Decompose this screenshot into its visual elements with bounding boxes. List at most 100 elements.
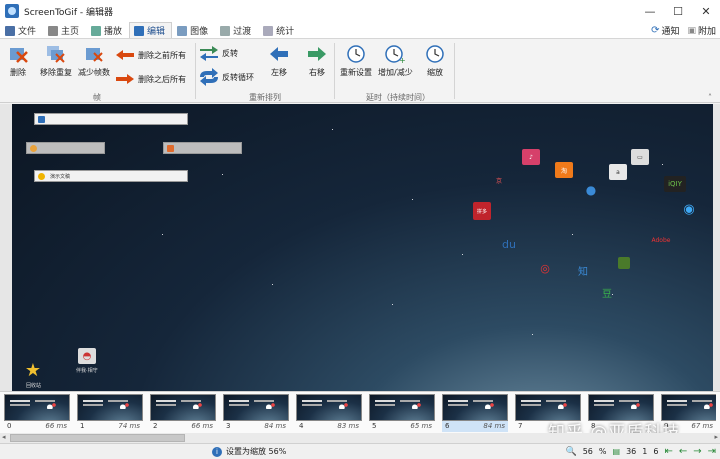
frame-item[interactable]: 2 66 ms bbox=[150, 394, 216, 432]
frame-thumbnail bbox=[661, 394, 716, 421]
yoyo-button[interactable]: 反转循环 bbox=[198, 68, 254, 86]
app-logo-icon bbox=[5, 4, 19, 18]
clock-scale-icon bbox=[424, 44, 446, 64]
reduce-frames-button[interactable]: 减少帧数 bbox=[78, 44, 110, 78]
amazon-icon[interactable]: a bbox=[609, 164, 627, 180]
gallery-app-icon[interactable]: ◓ bbox=[78, 348, 96, 364]
delete-frame-icon bbox=[7, 44, 29, 64]
move-right-button[interactable]: 右移 bbox=[306, 44, 328, 78]
refresh-icon: ⟳ bbox=[651, 25, 660, 36]
frame-preview-image: 演示文稿 ♪ 淘 a ▭ 京 ● iQIY 拼多 ◉ du Adobe ◎ 知 … bbox=[12, 104, 713, 391]
remove-duplicates-icon bbox=[45, 44, 67, 64]
netease-music-icon[interactable]: ♪ bbox=[522, 149, 540, 165]
extra-button[interactable]: ▣ 附加 bbox=[687, 24, 716, 38]
tab-transition[interactable]: 过渡 bbox=[215, 22, 258, 38]
video-player-icon[interactable]: ◉ bbox=[680, 201, 698, 217]
bookmark-bar-right[interactable] bbox=[163, 142, 242, 154]
save-icon bbox=[5, 25, 15, 36]
pdd-icon[interactable]: 拼多 bbox=[473, 202, 491, 220]
frame-thumbnail bbox=[296, 394, 362, 421]
adobe-icon[interactable]: Adobe bbox=[649, 232, 673, 248]
jd-icon[interactable]: 京 bbox=[490, 172, 508, 188]
scrollbar-thumb[interactable] bbox=[10, 434, 185, 442]
frame-thumbnail bbox=[442, 394, 508, 421]
zhihu-icon[interactable]: 知 bbox=[574, 262, 592, 278]
frame-item[interactable]: 4 83 ms bbox=[296, 394, 362, 432]
override-delay-button[interactable]: 重新设置 bbox=[340, 44, 372, 78]
first-frame-button[interactable]: ⇤ bbox=[664, 446, 672, 457]
svg-text:+: + bbox=[399, 56, 406, 64]
arrow-right-delete-icon bbox=[114, 71, 136, 87]
browser-icon[interactable]: ● bbox=[582, 182, 600, 198]
ribbon-panel: 删除 移除重复 减少帧数 删除之前所有 删除之后所有 帧 反转 反转循环 左移 … bbox=[0, 39, 720, 103]
delete-before-button[interactable]: 删除之前所有 bbox=[114, 47, 186, 63]
tab-home[interactable]: 主页 bbox=[43, 22, 86, 38]
weibo-icon[interactable]: ◎ bbox=[536, 260, 554, 276]
zoom-icon[interactable]: 🔍 bbox=[565, 447, 576, 457]
last-frame-button[interactable]: ⇥ bbox=[708, 446, 716, 457]
scale-delay-button[interactable]: 缩放 bbox=[424, 44, 446, 78]
close-button[interactable]: ✕ bbox=[692, 0, 720, 22]
reverse-button[interactable]: 反转 bbox=[198, 45, 238, 61]
frame-thumbnail bbox=[4, 394, 70, 421]
douban-icon[interactable]: 豆 bbox=[598, 284, 616, 300]
image-icon bbox=[177, 25, 188, 36]
zoom-level[interactable]: 56 bbox=[583, 447, 593, 456]
status-message: 设置为缩放 56% bbox=[226, 447, 287, 456]
tab-stats[interactable]: 统计 bbox=[258, 22, 301, 38]
next-frame-button[interactable]: → bbox=[693, 446, 701, 457]
minimize-button[interactable]: — bbox=[636, 0, 664, 22]
frame-item[interactable]: 0 66 ms bbox=[4, 394, 70, 432]
frame-thumbnail bbox=[515, 394, 581, 421]
frame-item[interactable]: 1 74 ms bbox=[77, 394, 143, 432]
info-icon: i bbox=[212, 446, 222, 457]
puzzle-icon: ▣ bbox=[687, 25, 696, 36]
iqiyi-icon[interactable]: iQIY bbox=[664, 176, 686, 192]
ribbon-tabs: 文件 主页 播放 编辑 图像 过渡 统计 ⟳ 通知 ▣ 附加 bbox=[0, 22, 720, 39]
tab-image[interactable]: 图像 bbox=[172, 22, 215, 38]
collapse-ribbon-icon[interactable]: ˄ bbox=[708, 93, 712, 102]
delay-group-label: 延时（持续时间） bbox=[366, 93, 430, 102]
tab-play[interactable]: 播放 bbox=[86, 22, 129, 38]
frame-thumbnail bbox=[223, 394, 289, 421]
transition-icon bbox=[220, 25, 231, 36]
move-left-button[interactable]: 左移 bbox=[268, 44, 290, 78]
scroll-right-icon[interactable]: ▸ bbox=[714, 433, 718, 441]
timeline-scrollbar[interactable]: ◂ ▸ bbox=[0, 433, 720, 443]
frame-item[interactable]: 3 84 ms bbox=[223, 394, 289, 432]
recycle-bin-icon[interactable]: ★ bbox=[24, 360, 42, 381]
search-bar[interactable] bbox=[34, 113, 188, 125]
reorder-group-label: 重新排列 bbox=[249, 93, 281, 102]
scroll-left-icon[interactable]: ◂ bbox=[2, 433, 6, 441]
frame-count: 36 bbox=[626, 447, 637, 456]
frame-item-selected[interactable]: 6 84 ms bbox=[442, 394, 508, 432]
bookmark-bar-left[interactable] bbox=[26, 142, 105, 154]
delete-after-button[interactable]: 删除之后所有 bbox=[114, 71, 186, 87]
document-icon bbox=[38, 172, 45, 180]
selected-count: 1 bbox=[642, 447, 648, 456]
reverse-icon bbox=[198, 45, 220, 61]
search-icon bbox=[38, 115, 45, 123]
stats-icon bbox=[263, 25, 274, 36]
current-frame: 6 bbox=[653, 447, 659, 456]
previous-frame-button[interactable]: ← bbox=[679, 446, 687, 457]
notify-button[interactable]: ⟳ 通知 bbox=[651, 24, 679, 37]
increase-decrease-delay-button[interactable]: + 增加/减少 bbox=[378, 44, 413, 78]
frame-thumbnail bbox=[369, 394, 435, 421]
title-bar: ScreenToGif - 编辑器 — ☐ ✕ bbox=[0, 0, 720, 22]
delete-button[interactable]: 删除 bbox=[7, 44, 29, 78]
maximize-button[interactable]: ☐ bbox=[664, 0, 692, 22]
bilibili-icon[interactable]: ▭ bbox=[631, 149, 649, 165]
frames-group-label: 帧 bbox=[93, 93, 101, 102]
group-separator bbox=[334, 43, 335, 99]
tab-edit[interactable]: 编辑 bbox=[129, 22, 173, 38]
app-green-icon[interactable] bbox=[618, 257, 630, 269]
document-bar[interactable]: 演示文稿 bbox=[34, 170, 188, 182]
pen-icon bbox=[134, 25, 145, 36]
baidu-icon[interactable]: du bbox=[500, 236, 518, 252]
arrow-left-icon bbox=[268, 44, 290, 64]
frame-item[interactable]: 5 65 ms bbox=[369, 394, 435, 432]
remove-duplicates-button[interactable]: 移除重复 bbox=[40, 44, 72, 78]
taobao-icon[interactable]: 淘 bbox=[555, 162, 573, 178]
tab-file[interactable]: 文件 bbox=[0, 22, 43, 38]
